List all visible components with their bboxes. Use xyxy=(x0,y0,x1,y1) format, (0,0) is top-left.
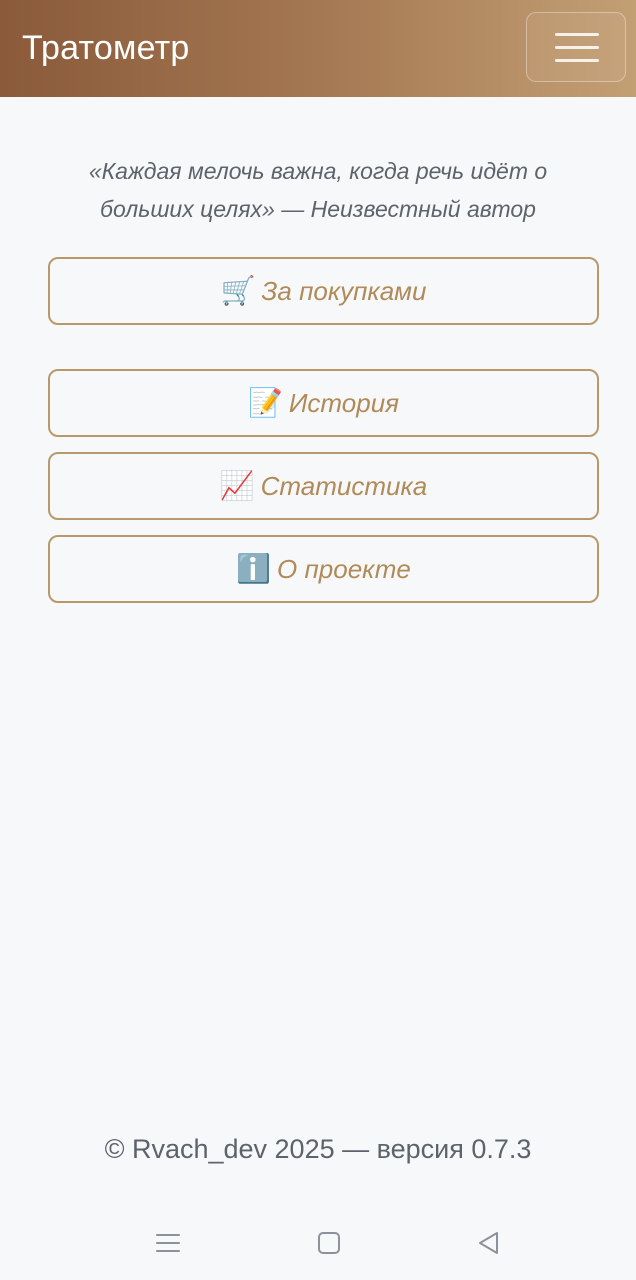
menu-toggle-button[interactable] xyxy=(526,12,626,82)
shopping-cart-icon: 🛒 xyxy=(220,275,256,306)
system-navigation-bar xyxy=(0,1205,636,1280)
shopping-button-label: За покупками xyxy=(261,275,427,306)
back-button[interactable] xyxy=(472,1227,504,1259)
navbar: Тратометр xyxy=(0,0,636,97)
info-icon: ℹ️ xyxy=(236,553,272,584)
statistics-button-label: Статистика xyxy=(260,470,428,501)
recents-button[interactable] xyxy=(152,1227,184,1259)
quote-text: «Каждая мелочь важна, когда речь идёт о … xyxy=(88,158,548,222)
triangle-back-icon xyxy=(479,1232,498,1254)
footer-copyright: © Rvach_dev 2025 — версия 0.7.3 xyxy=(104,1134,532,1164)
history-button[interactable]: 📝 История xyxy=(48,369,599,437)
shopping-button[interactable]: 🛒 За покупками xyxy=(48,257,599,325)
app-title[interactable]: Тратометр xyxy=(22,26,189,70)
home-button[interactable] xyxy=(313,1227,345,1259)
memo-icon: 📝 xyxy=(247,387,283,418)
history-button-label: История xyxy=(288,387,400,418)
square-icon xyxy=(318,1232,340,1254)
statistics-button[interactable]: 📈 Статистика xyxy=(48,452,599,520)
about-button[interactable]: ℹ️ О проекте xyxy=(48,535,599,603)
chart-increasing-icon: 📈 xyxy=(219,470,255,501)
about-button-label: О проекте xyxy=(277,553,411,584)
menu-lines-icon xyxy=(156,1234,180,1252)
